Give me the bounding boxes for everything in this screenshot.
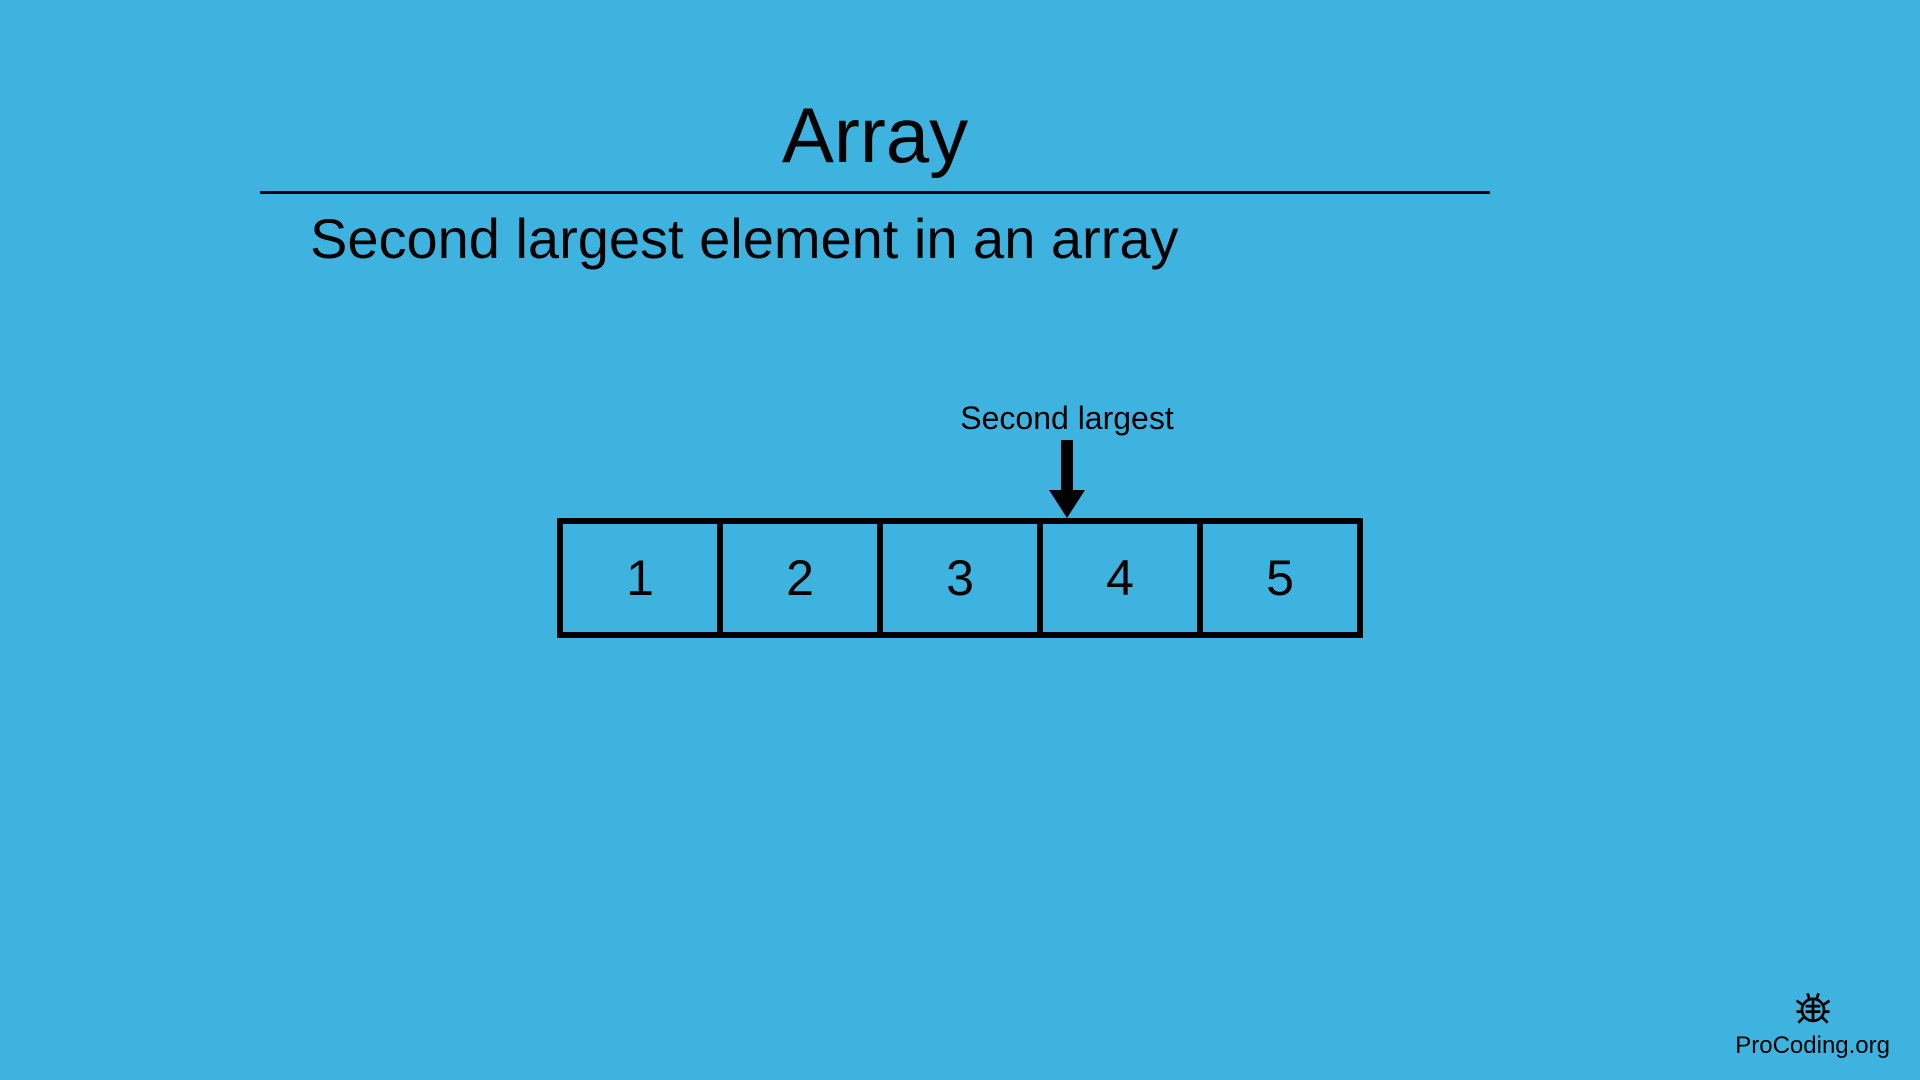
array-diagram: Second largest 1 2 3 4 5 xyxy=(557,500,1363,620)
array-cell: 1 xyxy=(557,518,723,638)
arrow-down-icon xyxy=(1049,440,1085,518)
title-divider xyxy=(260,191,1490,194)
array-cell: 2 xyxy=(717,518,883,638)
page-title: Array xyxy=(260,90,1490,181)
footer: ProCoding.org xyxy=(1735,986,1890,1060)
array-container: 1 2 3 4 5 xyxy=(557,518,1363,638)
site-name: ProCoding.org xyxy=(1735,1032,1890,1060)
page-subtitle: Second largest element in an array xyxy=(260,206,1490,271)
bug-icon xyxy=(1735,986,1890,1030)
header: Array Second largest element in an array xyxy=(260,90,1490,271)
array-cell: 4 xyxy=(1037,518,1203,638)
array-cell: 5 xyxy=(1197,518,1363,638)
array-cell: 3 xyxy=(877,518,1043,638)
pointer-label: Second largest xyxy=(960,400,1173,437)
